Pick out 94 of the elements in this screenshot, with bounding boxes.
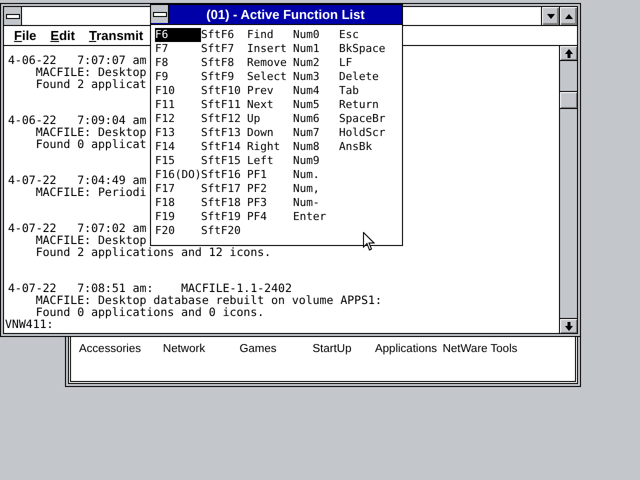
function-key-item[interactable]: Num7	[293, 126, 339, 140]
function-key-item[interactable]: F6	[155, 28, 201, 42]
function-key-item[interactable]: Num6	[293, 112, 339, 126]
function-key-item[interactable]: Num3	[293, 70, 339, 84]
menu-item[interactable]: File	[14, 28, 36, 43]
log-line: Found 2 applicat	[34, 78, 146, 90]
function-key-item[interactable]: BkSpace	[339, 42, 385, 56]
function-key-item[interactable]: Num2	[293, 56, 339, 70]
function-key-item[interactable]: PF2	[247, 182, 293, 196]
function-key-item[interactable]: F19	[155, 210, 201, 224]
function-key-item[interactable]: SftF19	[201, 210, 247, 224]
function-key-item[interactable]: SftF18	[201, 196, 247, 210]
log-line: Found 0 applicat	[34, 138, 146, 150]
function-key-item[interactable]: Select	[247, 70, 293, 84]
function-key-item[interactable]: F7	[155, 42, 201, 56]
function-key-item[interactable]: F20	[155, 224, 201, 238]
function-key-item[interactable]: SftF8	[201, 56, 247, 70]
control-menu-icon[interactable]	[151, 5, 169, 23]
function-key-item[interactable]: Num9	[293, 154, 339, 168]
function-key-item[interactable]: SpaceBr	[339, 112, 385, 126]
function-key-item[interactable]: F14	[155, 140, 201, 154]
function-key-item[interactable]: SftF15	[201, 154, 247, 168]
maximize-button[interactable]	[559, 7, 577, 25]
log-line: 4-07-22 7:07:02 am	[8, 222, 146, 234]
log-line: 4-07-22 7:04:49 am	[8, 174, 146, 186]
log-line: Found 0 applications and 0 icons.	[34, 306, 264, 318]
function-key-item[interactable]: Prev	[247, 84, 293, 98]
function-key-item[interactable]: SftF10	[201, 84, 247, 98]
function-key-item[interactable]: Down	[247, 126, 293, 140]
log-line: Found 2 applications and 12 icons.	[34, 246, 272, 258]
window-title: (01) - Active Function List	[205, 6, 366, 24]
function-key-item[interactable]: Insert	[247, 42, 293, 56]
function-key-item[interactable]: Next	[247, 98, 293, 112]
function-key-item[interactable]: F9	[155, 70, 201, 84]
function-key-item[interactable]: AnsBk	[339, 140, 385, 154]
log-line: 4-06-22 7:07:07 am	[8, 54, 146, 66]
function-key-item[interactable]: F18	[155, 196, 201, 210]
function-key-item[interactable]: Remove	[247, 56, 293, 70]
function-key-item[interactable]: Up	[247, 112, 293, 126]
function-key-item[interactable]: PF1	[247, 168, 293, 182]
function-key-item[interactable]: Num5	[293, 98, 339, 112]
function-key-item[interactable]: Num,	[293, 182, 339, 196]
menu-item[interactable]: Transmit	[88, 28, 144, 43]
function-key-item[interactable]: SftF6	[201, 28, 247, 42]
function-key-item[interactable]: Num1	[293, 42, 339, 56]
log-line: MACFILE: Periodi	[34, 186, 146, 198]
function-key-item[interactable]: Delete	[339, 70, 385, 84]
command-prompt: VNW411:	[5, 318, 54, 330]
function-key-item[interactable]: SftF7	[201, 42, 247, 56]
function-key-item[interactable]: PF4	[247, 210, 293, 224]
scrollbar[interactable]	[559, 46, 577, 333]
function-key-item[interactable]: Num4	[293, 84, 339, 98]
function-key-item[interactable]: Enter	[293, 210, 339, 224]
log-line: MACFILE: Desktop	[34, 234, 146, 246]
function-key-item[interactable]: F15	[155, 154, 201, 168]
function-key-item[interactable]: Num0	[293, 28, 339, 42]
function-key-item[interactable]: Return	[339, 98, 385, 112]
function-key-item[interactable]: HoldScr	[339, 126, 385, 140]
function-key-item[interactable]: PF3	[247, 196, 293, 210]
function-key-item[interactable]: SftF14	[201, 140, 247, 154]
down-triangle-icon	[546, 14, 554, 18]
function-key-item[interactable]: SftF12	[201, 112, 247, 126]
function-key-item[interactable]: F13	[155, 126, 201, 140]
function-key-item[interactable]: F11	[155, 98, 201, 112]
function-key-item[interactable]: Num-	[293, 196, 339, 210]
function-key-item[interactable]: Left	[247, 154, 293, 168]
function-key-item[interactable]: LF	[339, 56, 385, 70]
function-key-item[interactable]: SftF20	[201, 224, 247, 238]
function-key-item[interactable]: Right	[247, 140, 293, 154]
up-triangle-icon	[564, 14, 572, 18]
function-key-item[interactable]: F17	[155, 182, 201, 196]
scroll-thumb[interactable]	[560, 91, 577, 109]
menu-item[interactable]: Edit	[50, 28, 75, 43]
log-line: MACFILE: Desktop database rebuilt on volume APPS1:	[34, 294, 382, 306]
function-key-item[interactable]: F10	[155, 84, 201, 98]
control-menu-icon[interactable]	[4, 7, 22, 25]
function-key-item[interactable]: SftF16	[201, 168, 247, 182]
function-key-item[interactable]: SftF11	[201, 98, 247, 112]
log-line: MACFILE: Desktop	[34, 126, 146, 138]
function-key-item[interactable]: SftF13	[201, 126, 247, 140]
function-key-item[interactable]: SftF17	[201, 182, 247, 196]
log-line: 4-07-22 7:08:51 am: MACFILE-1.1-2402	[8, 282, 292, 294]
log-line: MACFILE: Desktop	[34, 66, 146, 78]
function-key-item[interactable]: Find	[247, 28, 293, 42]
function-key-item[interactable]: Num8	[293, 140, 339, 154]
log-line: 4-06-22 7:09:04 am	[8, 114, 146, 126]
minimize-button[interactable]	[541, 7, 559, 25]
function-key-item[interactable]: F12	[155, 112, 201, 126]
function-key-item[interactable]: Tab	[339, 84, 385, 98]
function-key-item[interactable]: F16(DO)	[155, 168, 201, 182]
function-key-item[interactable]: Num.	[293, 168, 339, 182]
function-key-item[interactable]: Esc	[339, 28, 385, 42]
function-key-item[interactable]: SftF9	[201, 70, 247, 84]
function-key-item[interactable]: F8	[155, 56, 201, 70]
